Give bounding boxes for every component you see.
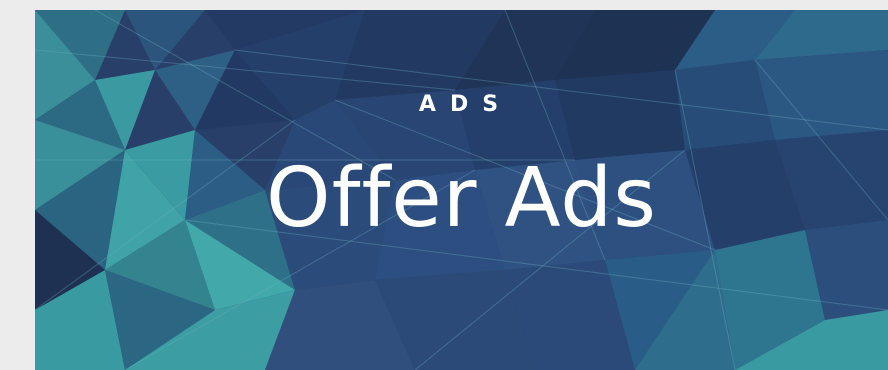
page: ADS Offer Ads: [0, 0, 888, 370]
eyebrow-label: ADS: [418, 92, 513, 117]
banner-title: Offer Ads: [266, 151, 657, 246]
offer-ads-banner[interactable]: ADS Offer Ads: [35, 10, 888, 370]
